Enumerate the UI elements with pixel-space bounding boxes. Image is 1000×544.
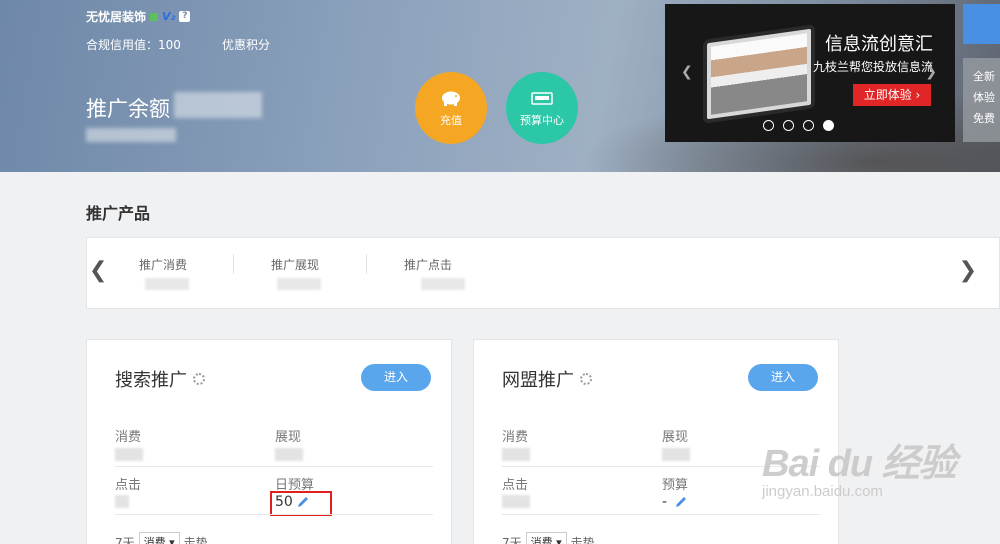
- budget-center-button[interactable]: 预算中心: [506, 72, 578, 144]
- trend-days: 7天: [502, 535, 522, 544]
- ad-pagination: [763, 120, 834, 131]
- ad-subtitle: 九枝兰帮您投放信息流: [812, 60, 933, 74]
- card-title: 搜索推广: [115, 366, 205, 392]
- ad-banner[interactable]: 信息流创意汇 九枝兰帮您投放信息流 立即体验 › ❮ ❯: [665, 4, 955, 142]
- ad-dot[interactable]: [783, 120, 794, 131]
- watermark-logo: Bai du 经验: [762, 443, 957, 485]
- ad-dot[interactable]: [763, 120, 774, 131]
- side-panel-line: 全新: [973, 70, 995, 83]
- account-name[interactable]: 无忧居装饰: [86, 8, 146, 25]
- divider: [366, 254, 367, 274]
- card-title: 网盟推广: [502, 366, 592, 392]
- impressions-value-redacted: [277, 278, 321, 290]
- section-title: 推广产品: [86, 204, 151, 223]
- vip-level-badge: V₂: [162, 10, 176, 23]
- tab-clicks[interactable]: 推广点击: [404, 256, 452, 273]
- divider: [233, 254, 234, 274]
- impressions-label: 展现: [275, 430, 302, 445]
- budget-value: -: [662, 494, 688, 510]
- divider: [502, 514, 820, 515]
- chevron-right-icon[interactable]: ❯: [959, 258, 977, 283]
- side-panel: 全新 体验 免费: [963, 58, 1000, 142]
- spend-value-redacted: [115, 448, 143, 461]
- credit-score: 合规信用值：100: [86, 38, 181, 52]
- trend-metric-select[interactable]: 消费 ▾: [525, 532, 567, 544]
- ad-next-arrow-icon[interactable]: ❯: [925, 64, 937, 80]
- product-summary-strip: ❮ 推广消费 推广展现 推广点击 ❯: [86, 237, 1000, 309]
- chevron-left-icon[interactable]: ❮: [89, 258, 107, 283]
- balance-label: 推广余额: [86, 97, 170, 121]
- gear-icon[interactable]: [580, 373, 592, 385]
- tablet-image: [703, 24, 815, 124]
- enter-button[interactable]: 进入: [748, 364, 818, 391]
- recharge-button[interactable]: 充值: [415, 72, 487, 144]
- tab-impressions[interactable]: 推广展现: [271, 256, 319, 273]
- ad-dot[interactable]: [803, 120, 814, 131]
- clicks-label: 点击: [115, 478, 142, 493]
- highlight-box: [270, 491, 332, 516]
- recharge-label: 充值: [440, 114, 462, 127]
- clicks-label: 点击: [502, 478, 529, 493]
- spend-label: 消费: [502, 430, 529, 445]
- divider: [115, 514, 433, 515]
- balance-sub-redacted: [86, 128, 176, 142]
- impressions-value-redacted: [662, 448, 690, 461]
- budget-amount: -: [662, 494, 668, 510]
- budget-center-label: 预算中心: [520, 114, 564, 127]
- tab-spend[interactable]: 推广消费: [139, 256, 187, 273]
- verified-icon: [150, 12, 159, 21]
- ad-title: 信息流创意汇: [825, 34, 933, 55]
- clicks-value-redacted: [115, 495, 129, 508]
- side-panel-line: 免费: [973, 112, 995, 125]
- side-blue-block[interactable]: [963, 4, 1000, 44]
- search-promotion-card: 搜索推广 进入 消费 展现 点击 日预算 50 7天 消费 ▾ 走势: [86, 339, 452, 544]
- account-info: 无忧居装饰 V₂ ?: [86, 8, 191, 25]
- union-promotion-title: 网盟推广: [502, 370, 574, 391]
- ad-dot-active[interactable]: [823, 120, 834, 131]
- trend-label: 走势: [183, 535, 208, 544]
- balance-value-redacted: [174, 92, 262, 118]
- trend-days: 7天: [115, 535, 135, 544]
- budget-label: 预算: [662, 478, 689, 493]
- clicks-value-redacted: [502, 495, 530, 508]
- enter-button[interactable]: 进入: [361, 364, 431, 391]
- ad-prev-arrow-icon[interactable]: ❮: [681, 64, 693, 80]
- side-panel-line: 体验: [973, 91, 995, 104]
- spend-label: 消费: [115, 430, 142, 445]
- impressions-label: 展现: [662, 430, 689, 445]
- clicks-value-redacted: [421, 278, 465, 290]
- divider: [115, 466, 433, 467]
- spend-value-redacted: [145, 278, 189, 290]
- try-now-button[interactable]: 立即体验 ›: [853, 84, 931, 106]
- card-icon: [531, 92, 553, 105]
- impressions-value-redacted: [275, 448, 303, 461]
- spend-value-redacted: [502, 448, 530, 461]
- trend-metric-select[interactable]: 消费 ▾: [138, 532, 180, 544]
- search-promotion-title: 搜索推广: [115, 370, 187, 391]
- pencil-icon[interactable]: [674, 495, 688, 509]
- help-icon[interactable]: ?: [179, 11, 191, 22]
- trend-row: 7天 消费 ▾ 走势: [115, 532, 208, 544]
- trend-label: 走势: [570, 535, 595, 544]
- piggy-bank-icon: [442, 91, 460, 106]
- baidu-jingyan-watermark: Bai du 经验 jingyan.baidu.com: [762, 432, 957, 500]
- gear-icon[interactable]: [193, 373, 205, 385]
- discount-points[interactable]: 优惠积分: [222, 36, 270, 53]
- trend-row: 7天 消费 ▾ 走势: [502, 532, 595, 544]
